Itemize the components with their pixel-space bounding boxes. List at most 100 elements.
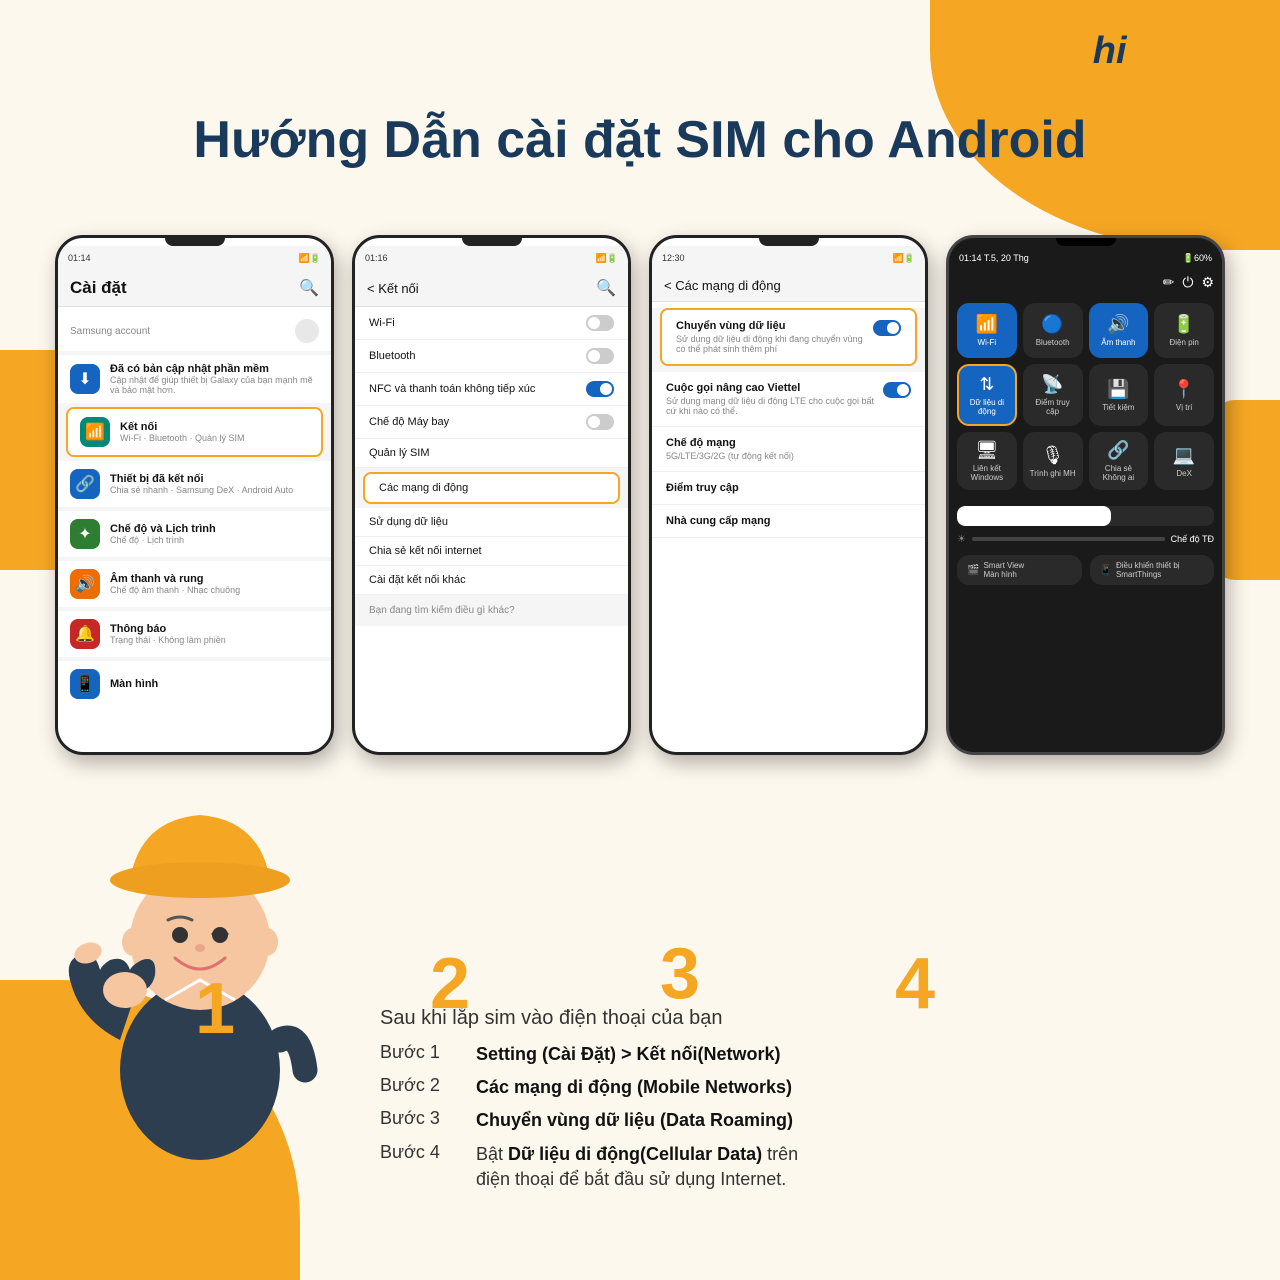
dark-mode-label[interactable]: Chế độ TĐ	[1171, 534, 1214, 545]
qs-location[interactable]: 📍 Vị trí	[1154, 364, 1214, 426]
step-badge-1: 1	[195, 973, 235, 1045]
conn-sim-manager[interactable]: Quản lý SIM	[355, 439, 628, 468]
network-apn[interactable]: Điểm truy cập	[652, 472, 925, 505]
network-volte[interactable]: Cuộc gọi nâng cao Viettel Sử dụng mạng d…	[652, 372, 925, 427]
qs-mobile-data[interactable]: ⇅ Dữ liệu di động	[957, 364, 1017, 426]
status-time: 01:14	[68, 253, 91, 263]
phone-3-header: < Các mạng di động	[652, 270, 925, 302]
airplane-toggle[interactable]	[586, 414, 614, 430]
location-qs-label: Vị trí	[1176, 403, 1192, 412]
power-icon[interactable]: ⏻	[1182, 274, 1193, 291]
samsung-avatar	[295, 319, 319, 343]
nfc-toggle[interactable]	[586, 381, 614, 397]
conn-label: Bluetooth	[369, 350, 415, 362]
step-1-detail: Setting (Cài Đặt) > Kết nối(Network)	[476, 1042, 1220, 1067]
conn-data-usage[interactable]: Sử dụng dữ liệu	[355, 508, 628, 537]
settings-item-sound[interactable]: 🔊 Âm thanh và rung Chế độ âm thanh · Nhạ…	[58, 561, 331, 607]
step-badge-4: 4	[895, 948, 935, 1020]
settings-item-devices[interactable]: 🔗 Thiết bị đã kết nối Chia sẻ nhanh · Sa…	[58, 461, 331, 507]
qs-recorder[interactable]: 🎙 Trình ghi MH	[1023, 432, 1083, 490]
network-mode[interactable]: Chế độ mạng 5G/LTE/3G/2G (tự động kết nố…	[652, 427, 925, 472]
settings-item-modes[interactable]: ✦ Chế độ và Lịch trình Chế độ · Lịch trì…	[58, 511, 331, 557]
smart-view-btn[interactable]: 🎬 Smart ViewMàn hình	[957, 555, 1082, 585]
settings-item-text: Kết nối Wi-Fi · Bluetooth · Quản lý SIM	[120, 421, 309, 443]
volte-title: Cuộc gọi nâng cao Viettel	[666, 382, 883, 394]
step-badge-2: 2	[430, 948, 470, 1020]
operator-title: Nhà cung cấp mạng	[666, 515, 911, 527]
settings-item-update[interactable]: ⬇ Đã có bản cập nhật phần mềm Cập nhật đ…	[58, 355, 331, 403]
settings-item-sub: Cập nhật để giúp thiết bị Galaxy của bạn…	[110, 375, 319, 395]
qs-hotspot[interactable]: 📡 Điểm truy cập	[1023, 364, 1083, 426]
conn-label: Các mạng di động	[379, 482, 468, 494]
settings-item-text: Thông báo Trạng thái · Không làm phiền	[110, 623, 319, 645]
phone-2-status-bar: 01:16 📶🔋	[355, 246, 628, 270]
settings-item-text: Chế độ và Lịch trình Chế độ · Lịch trình	[110, 523, 319, 545]
settings-item-title: Đã có bản cập nhật phần mềm	[110, 363, 319, 375]
conn-nfc[interactable]: NFC và thanh toán không tiếp xúc	[355, 373, 628, 406]
phone-1-settings: 01:14 📶🔋 Cài đặt 🔍 Samsung account ⬇ Đã …	[55, 235, 334, 755]
roaming-toggle[interactable]	[873, 320, 901, 336]
notifications-icon: 🔔	[70, 619, 100, 649]
bluetooth-toggle[interactable]	[586, 348, 614, 364]
instructions-panel: Sau khi lắp sim vào điện thoại của bạn B…	[380, 1007, 1220, 1200]
bluetooth-qs-icon: 🔵	[1041, 314, 1063, 335]
conn-mobile-networks[interactable]: Các mạng di động	[363, 472, 620, 504]
phone-2-back[interactable]: < Kết nối	[367, 281, 419, 296]
mode-title: Chế độ mạng	[666, 437, 911, 449]
qs-share[interactable]: 🔗 Chia sẻ Không ai	[1089, 432, 1149, 490]
instruction-row-4: Bước 4 Bật Dữ liệu di động(Cellular Data…	[380, 1142, 1220, 1192]
conn-hotspot[interactable]: Chia sẻ kết nối internet	[355, 537, 628, 566]
roaming-sub: Sử dụng dữ liệu di động khi đang chuyển …	[676, 334, 873, 354]
settings-item-sub: Chế độ âm thanh · Nhạc chuông	[110, 585, 319, 595]
qs-sound[interactable]: 🔊 Âm thanh	[1089, 303, 1149, 358]
settings-item-sub: Chia sẻ nhanh · Samsung DeX · Android Au…	[110, 485, 319, 495]
instruction-row-1: Bước 1 Setting (Cài Đặt) > Kết nối(Netwo…	[380, 1042, 1220, 1067]
roaming-title: Chuyển vùng dữ liệu	[676, 320, 873, 332]
phone-3-notch	[759, 238, 819, 246]
conn-bluetooth[interactable]: Bluetooth	[355, 340, 628, 373]
mobile-data-qs-icon: ⇅	[979, 374, 994, 395]
settings-item-title: Âm thanh và rung	[110, 573, 319, 585]
brightness-slider[interactable]	[957, 506, 1214, 526]
wifi-toggle[interactable]	[586, 315, 614, 331]
recorder-label: Trình ghi MH	[1030, 469, 1076, 478]
network-data-roaming[interactable]: Chuyển vùng dữ liệu Sử dụng dữ liệu di đ…	[660, 308, 917, 366]
conn-wifi[interactable]: Wi-Fi	[355, 307, 628, 340]
wifi-qs-label: Wi-Fi	[978, 338, 997, 347]
settings-item-text: Âm thanh và rung Chế độ âm thanh · Nhạc …	[110, 573, 319, 595]
conn-label: Wi-Fi	[369, 317, 395, 329]
hotspot-qs-icon: 📡	[1041, 374, 1063, 395]
smart-things-btn[interactable]: 📱 Điều khiển thiết bị SmartThings	[1090, 555, 1215, 585]
recorder-icon: 🎙	[1041, 445, 1064, 466]
quick-settings-grid: 📶 Wi-Fi 🔵 Bluetooth 🔊 Âm thanh 🔋 Điện pi…	[949, 295, 1222, 498]
search-icon[interactable]: 🔍	[299, 278, 319, 298]
qs-link-windows[interactable]: 🖥 Liên kết Windows	[957, 432, 1017, 490]
settings-icon[interactable]: ⚙	[1201, 274, 1214, 291]
settings-item-notifications[interactable]: 🔔 Thông báo Trạng thái · Không làm phiền	[58, 611, 331, 657]
qs-bluetooth[interactable]: 🔵 Bluetooth	[1023, 303, 1083, 358]
qs-battery[interactable]: 🔋 Điện pin	[1154, 303, 1214, 358]
qs-dex[interactable]: 💻 DeX	[1154, 432, 1214, 490]
phone-4-status-bar: 01:14 T.5, 20 Thg 🔋60%	[949, 246, 1222, 270]
phone-3-content: Chuyển vùng dữ liệu Sử dụng dữ liệu di đ…	[652, 308, 925, 538]
brightness-icon: ☀	[957, 534, 966, 545]
settings-item-display[interactable]: 📱 Màn hình	[58, 661, 331, 707]
volte-toggle[interactable]	[883, 382, 911, 398]
conn-label: Chia sẻ kết nối internet	[369, 545, 482, 557]
conn-airplane[interactable]: Chế độ Máy bay	[355, 406, 628, 439]
settings-item-sub: Trạng thái · Không làm phiền	[110, 635, 319, 645]
network-operator[interactable]: Nhà cung cấp mạng	[652, 505, 925, 538]
step-badge-3: 3	[660, 938, 700, 1010]
settings-item-network[interactable]: 📶 Kết nối Wi-Fi · Bluetooth · Quản lý SI…	[66, 407, 323, 457]
search-prompt: Bạn đang tìm kiếm điều gì khác?	[355, 595, 628, 626]
phone-3-back[interactable]: < Các mạng di động	[664, 278, 781, 293]
wifi-qs-icon: 📶	[976, 314, 998, 335]
instruction-row-3: Bước 3 Chuyển vùng dữ liệu (Data Roaming…	[380, 1108, 1220, 1133]
edit-icon[interactable]: ✏	[1163, 274, 1175, 291]
search-icon[interactable]: 🔍	[596, 278, 616, 298]
qs-save[interactable]: 💾 Tiết kiệm	[1089, 364, 1149, 426]
phone-1-header: Cài đặt 🔍	[58, 270, 331, 307]
conn-more-settings[interactable]: Cài đặt kết nối khác	[355, 566, 628, 595]
qs-wifi[interactable]: 📶 Wi-Fi	[957, 303, 1017, 358]
smart-things-label: Điều khiển thiết bị SmartThings	[1116, 561, 1204, 579]
